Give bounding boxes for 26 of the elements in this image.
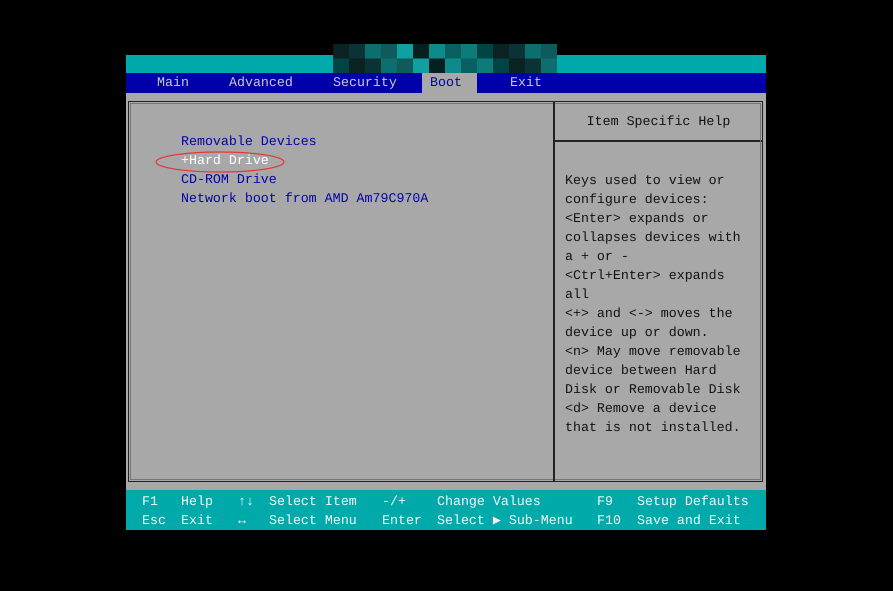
- shortcut-key: F9: [597, 492, 613, 511]
- shortcut-key: Esc: [142, 511, 166, 530]
- menu-tab[interactable]: Security: [333, 73, 397, 93]
- help-title: Item Specific Help: [586, 114, 730, 128]
- shortcut-key: ↔: [238, 511, 246, 530]
- shortcut-action: Select ▶ Sub-Menu: [437, 512, 573, 530]
- boot-device-item[interactable]: CD-ROM Drive: [181, 170, 277, 189]
- menu-tab[interactable]: Boot: [422, 73, 477, 93]
- shortcut-action: Change Values: [437, 493, 541, 511]
- shortcut-key: Enter: [382, 511, 422, 530]
- help-text: Keys used to view or configure devices: <Enter> expands or collapses devices with a + or - <Ctrl+Enter> expands all <+> and <-> moves the device up or down. <n> May move removable device between Hard Disk or Removable Disk <d> Remove a device that is not installed.: [564, 172, 742, 437]
- shortcut-action: Select Item: [269, 493, 357, 511]
- menu-tab[interactable]: Exit: [510, 73, 542, 93]
- shortcut-action: Help: [181, 493, 213, 511]
- shortcut-action: Save and Exit: [637, 512, 741, 530]
- boot-device-item[interactable]: Removable Devices: [181, 132, 317, 151]
- boot-device-item[interactable]: Network boot from AMD Am79C970A: [181, 189, 428, 208]
- shortcut-action: Setup Defaults: [637, 493, 749, 511]
- menu-tab[interactable]: Advanced: [229, 73, 293, 93]
- shortcut-key: -/+: [382, 492, 406, 511]
- shortcut-key: ↑↓: [238, 492, 254, 511]
- shortcut-key: F10: [597, 511, 621, 530]
- shortcut-key: F1: [142, 492, 158, 511]
- shortcut-action: Exit: [181, 512, 213, 530]
- shortcut-action: Select Menu: [269, 512, 357, 530]
- menu-tab[interactable]: Main: [157, 73, 189, 93]
